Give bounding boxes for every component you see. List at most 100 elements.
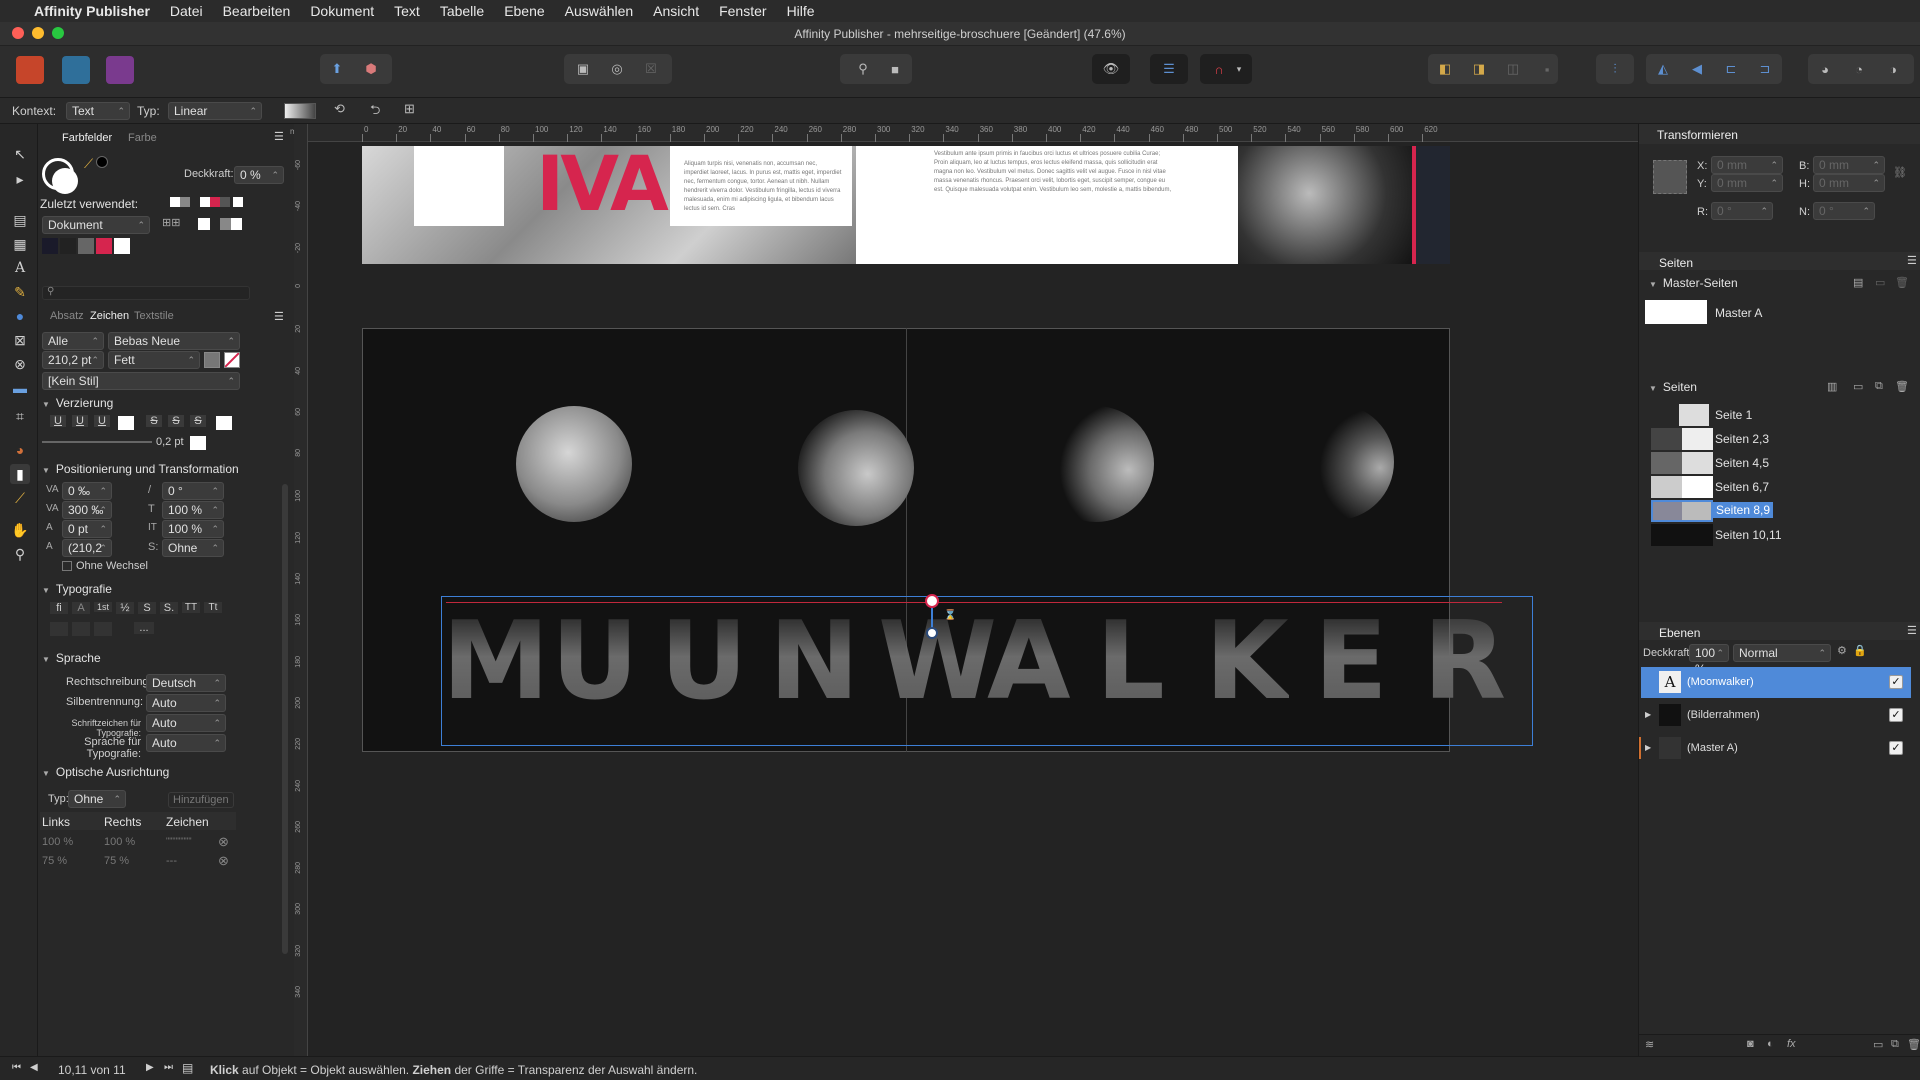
underline-color-swatch[interactable] [118,416,134,430]
menu-datei[interactable]: Datei [170,3,203,19]
layer-opacity-select[interactable]: 100 % [1689,644,1729,676]
page-item[interactable]: Seiten 6,7 [1647,474,1913,500]
add-page-icon[interactable]: ▭ [1853,380,1863,393]
menu-app-name[interactable]: Affinity Publisher [34,3,150,19]
add-optical-button[interactable]: Hinzufügen [168,792,234,808]
layer-row-master-a[interactable]: ▶ (Master A) ✓ [1639,733,1911,764]
more-typography-button[interactable]: ... [134,622,154,634]
left-body-text[interactable]: Aliquam turpis nisi, venenatis non, accu… [670,146,852,226]
crop-tool-icon[interactable]: ⌗ [10,406,30,426]
delete-page-icon[interactable]: 🗑 [1895,380,1909,393]
spellcheck-select[interactable]: Deutsch [146,674,226,692]
menu-bearbeiten[interactable]: Bearbeiten [223,3,291,19]
gradient-start-handle[interactable] [925,594,939,608]
first-page-icon[interactable]: ⏮ [12,1062,21,1073]
remove-row-icon[interactable]: ⊗ [218,834,229,850]
stop-icon[interactable]: ■ [882,56,908,82]
moon-waning-2[interactable] [1038,406,1154,522]
recent-swatch-6[interactable] [233,197,243,207]
prev-page-icon[interactable]: ◀ [30,1062,38,1073]
width-input[interactable]: 0 mm [1813,156,1885,174]
stroke-width-value[interactable]: 0,2 pt [156,436,184,448]
page-indicator[interactable]: 10,11 von 11 [58,1063,126,1077]
layer-visibility-checkbox[interactable]: ✓ [1889,741,1903,755]
new-layer-icon[interactable]: ▭ [1873,1038,1883,1051]
menu-fenster[interactable]: Fenster [719,3,766,19]
page-item[interactable]: Seiten 2,3 [1647,426,1913,452]
baseline-select[interactable]: 0 pt [62,520,112,538]
duplicate-page-icon[interactable]: ⧉ [1875,380,1883,393]
eyedropper-icon[interactable]: ⟋ [84,156,93,172]
transform-panel-title[interactable]: Transformieren [1657,128,1738,142]
leading-select[interactable]: (210,2 [62,539,112,557]
last-page-icon[interactable]: ⏭ [164,1062,173,1073]
reverse-gradient-icon[interactable]: ⮌ [370,101,388,119]
share-icon[interactable]: ⬆ [324,56,350,82]
layer-visibility-checkbox[interactable]: ✓ [1889,675,1903,689]
menu-ansicht[interactable]: Ansicht [653,3,699,19]
font-weight-select[interactable]: Fett [108,351,200,369]
close-frame-icon[interactable]: ☒ [638,56,664,82]
doc-swatch-5[interactable] [114,238,130,254]
layer-stack-icon[interactable]: ≋ [1645,1038,1654,1051]
table-cell[interactable]: 75 % [42,855,67,867]
text-frame-selection[interactable] [441,596,1533,746]
decoration-section[interactable]: Verzierung [42,396,113,410]
table-cell[interactable]: 100 % [42,836,73,848]
master-pages-section[interactable]: Master-Seiten [1649,276,1738,290]
recent-swatch-2[interactable] [180,197,190,207]
boolean-intersect-icon[interactable]: ◑ [1880,56,1906,82]
x-input[interactable]: 0 mm [1711,156,1783,174]
baseline-grid-icon[interactable]: ☰ [1156,56,1182,82]
optical-alignment-section[interactable]: Optische Ausrichtung [42,765,169,779]
shape-tool-icon[interactable]: ● [10,306,30,326]
doc-swatch-4[interactable] [96,238,112,254]
swatch-none[interactable] [198,218,210,230]
fx-icon[interactable]: fx [1787,1038,1796,1050]
ordinal-button[interactable]: 1st [94,602,112,612]
all-caps-button[interactable]: TT [182,602,200,613]
color-dot[interactable] [96,156,108,168]
arrange-back-icon[interactable]: ▪ [1534,56,1560,82]
layer-visibility-checkbox[interactable]: ✓ [1889,708,1903,722]
underline-button[interactable]: U [50,415,66,427]
frame-text-tool-icon[interactable]: ▤ [10,210,30,230]
boolean-add-icon[interactable]: ◕ [1812,56,1838,82]
shear-input[interactable]: 0 ° [162,482,224,500]
layer-row-bilderrahmen[interactable]: ▶ (Bilderrahmen) ✓ [1641,700,1911,731]
moon-full[interactable] [516,406,632,522]
minimize-window-button[interactable] [32,27,44,39]
swatch-search-input[interactable]: ⚲ [42,286,250,300]
menu-auswaehlen[interactable]: Auswählen [565,3,634,19]
vertical-scale-input[interactable]: 100 % [162,501,224,519]
double-strikethrough-button[interactable]: S [168,415,184,427]
small-caps-button[interactable]: Tt [204,602,222,613]
group-layer-icon[interactable]: ⧉ [1891,1038,1899,1051]
tab-absatz[interactable]: Absatz [50,310,84,322]
rotate-left-icon[interactable]: ⊏ [1718,56,1744,82]
place-image-tool-icon[interactable]: ▬ [10,378,30,398]
right-body-text[interactable]: Vestibulum ante ipsum primis in faucibus… [934,150,1174,230]
text-fill-swatch[interactable] [204,352,220,368]
table-cell[interactable]: --- [166,855,177,867]
swatch-gray[interactable] [220,218,242,230]
horizontal-scale-input[interactable]: 100 % [162,520,224,538]
tracking-select[interactable]: 300 ‰ [62,501,112,519]
pages-section[interactable]: Seiten [1649,380,1697,394]
palette-options-icon[interactable]: ⊞⊞ [162,216,180,229]
remove-row-icon[interactable]: ⊗ [218,853,229,869]
height-input[interactable]: 0 mm [1813,174,1885,192]
subscript-button[interactable]: S. [160,602,178,614]
moon-waning-3[interactable] [1278,404,1394,520]
document-canvas[interactable]: IVA Aliquam turpis nisi, venenatis non, … [308,142,1638,1056]
layers-panel-title[interactable]: Ebenen [1659,626,1700,640]
master-thumb[interactable] [1645,300,1707,324]
strikethrough-button[interactable]: S [146,415,162,427]
palette-select[interactable]: Dokument [42,216,150,234]
recent-swatch-4[interactable] [210,197,220,207]
superscript-button[interactable]: S [138,602,156,614]
next-page-icon[interactable]: ▶ [146,1062,154,1073]
transparency-tool-icon[interactable]: ▮ [10,464,30,484]
glyph-select[interactable]: Auto [146,714,226,732]
recent-swatch-5[interactable] [220,197,230,207]
